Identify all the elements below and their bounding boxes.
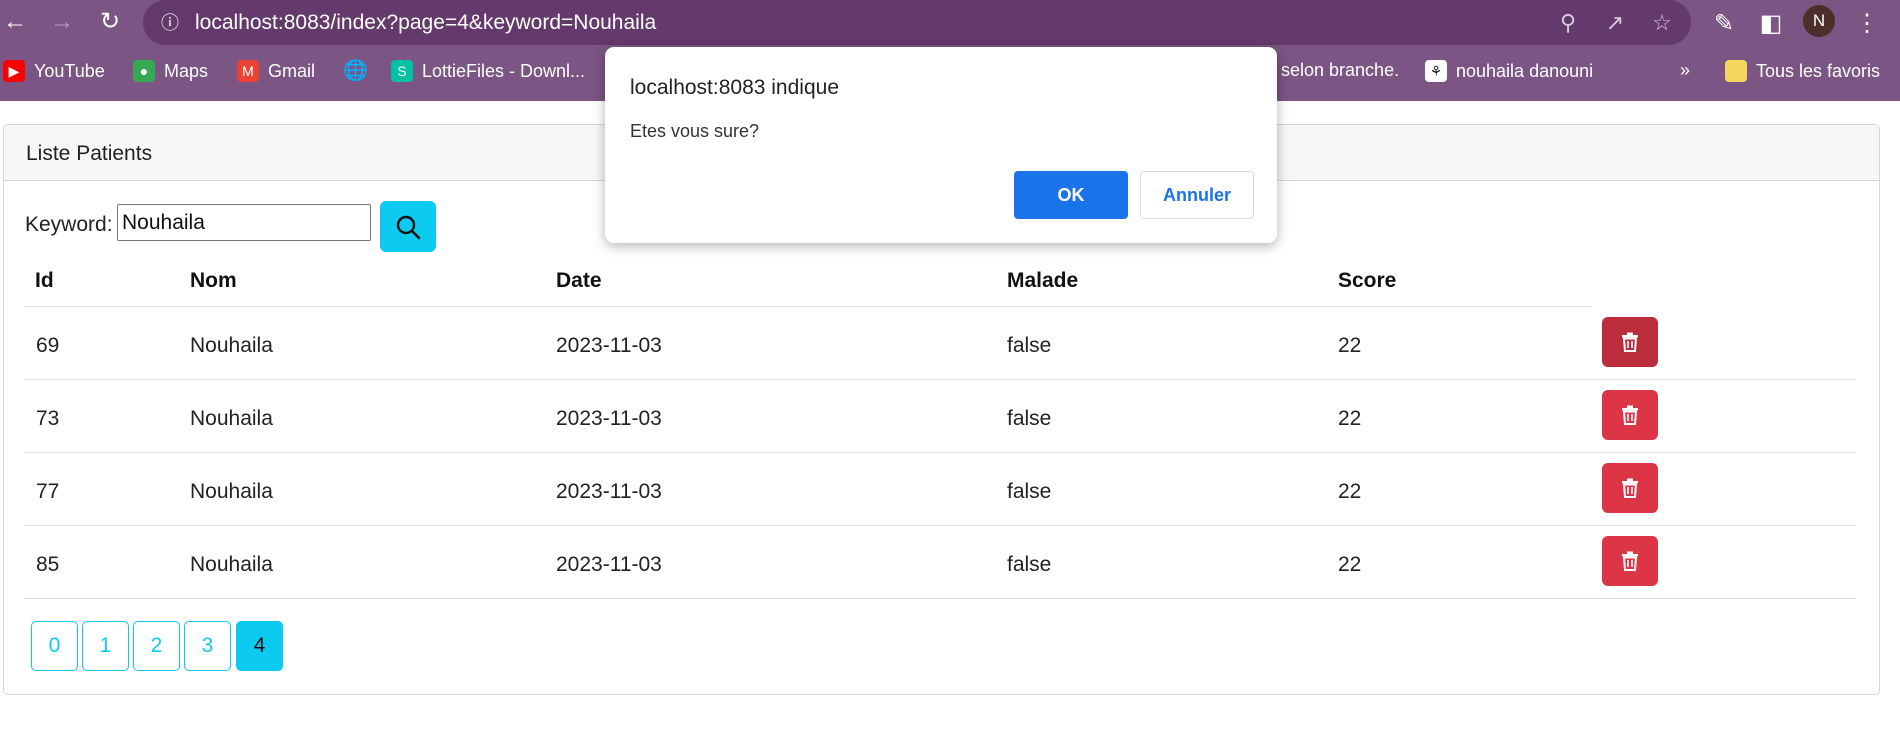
cell-nom: Nouhaila [190, 407, 273, 430]
side-panel-icon[interactable]: ◧ [1754, 7, 1788, 41]
forward-icon[interactable]: → [47, 7, 77, 37]
globe-icon: 🌐 [343, 60, 368, 82]
cell-date: 2023-11-03 [556, 553, 662, 576]
table-row: 69 Nouhaila 2023-11-03 false 22 [24, 306, 1856, 380]
bookmark-branche[interactable]: r selon branche. [1270, 60, 1399, 81]
cell-score: 22 [1338, 407, 1362, 430]
search-button[interactable] [380, 201, 436, 252]
gmail-icon: M [237, 60, 259, 82]
cell-malade: false [1007, 553, 1052, 576]
all-bookmarks-label: Tous les favoris [1756, 60, 1881, 81]
col-header-nom: Nom [190, 269, 237, 292]
browser-toolbar: ← → ↻ ⓘ localhost:8083/index?page=4&keyw… [0, 0, 1900, 45]
site-info-icon[interactable]: ⓘ [155, 8, 185, 38]
keyword-label: Keyword: [25, 213, 113, 236]
cell-id: 69 [36, 334, 60, 357]
trash-icon [1622, 478, 1638, 498]
trash-icon [1622, 405, 1638, 425]
dialog-message: Etes vous sure? [630, 121, 760, 141]
reload-icon[interactable]: ↻ [95, 7, 125, 37]
table-row: 85 Nouhaila 2023-11-03 false 22 [24, 525, 1856, 599]
cell-malade: false [1007, 334, 1052, 357]
cell-id: 73 [36, 407, 60, 430]
maps-icon: ● [133, 60, 155, 82]
trash-icon [1622, 551, 1638, 571]
delete-button[interactable] [1602, 536, 1658, 586]
dialog-title: localhost:8083 indique [630, 76, 839, 99]
bookmark-gmail[interactable]: M Gmail [237, 60, 315, 82]
bookmark-label: YouTube [34, 60, 105, 81]
col-header-malade: Malade [1007, 269, 1079, 292]
col-header-date: Date [556, 269, 602, 292]
cancel-button[interactable]: Annuler [1140, 171, 1254, 219]
youtube-icon: ▶ [3, 60, 25, 82]
card-title: Liste Patients [26, 142, 153, 165]
bookmark-lottiefiles[interactable]: S LottieFiles - Downl... [391, 60, 585, 82]
cell-date: 2023-11-03 [556, 480, 662, 503]
cell-nom: Nouhaila [190, 553, 273, 576]
cell-nom: Nouhaila [190, 480, 273, 503]
bookmark-label: Gmail [268, 60, 316, 81]
url-text[interactable]: localhost:8083/index?page=4&keyword=Nouh… [195, 11, 656, 35]
cell-date: 2023-11-03 [556, 334, 662, 357]
folder-icon: ■ [1725, 60, 1747, 82]
bookmark-label: Maps [164, 60, 209, 81]
page-button-3[interactable]: 3 [184, 621, 231, 671]
menu-icon[interactable]: ⋮ [1850, 7, 1884, 41]
col-header-score: Score [1338, 269, 1397, 292]
page-button-4[interactable]: 4 [236, 621, 283, 671]
ok-button[interactable]: OK [1014, 171, 1128, 219]
trash-icon [1622, 332, 1638, 352]
page-button-1[interactable]: 1 [82, 621, 129, 671]
search-icon [396, 215, 421, 239]
cell-malade: false [1007, 480, 1052, 503]
page-button-2[interactable]: 2 [133, 621, 180, 671]
profile-avatar[interactable]: N [1803, 5, 1835, 37]
lottiefiles-icon: S [391, 60, 413, 82]
cell-id: 85 [36, 553, 60, 576]
bookmark-nouhaila[interactable]: ⚘ nouhaila danouni [1425, 60, 1593, 82]
cell-score: 22 [1338, 334, 1362, 357]
address-bar[interactable]: ⓘ localhost:8083/index?page=4&keyword=No… [143, 0, 1691, 45]
all-bookmarks[interactable]: ■ Tous les favoris [1725, 60, 1880, 82]
bookmarks-overflow-button[interactable]: » [1680, 60, 1690, 81]
bookmark-label: r selon branche. [1270, 60, 1400, 80]
overflow-chevron-icon: » [1680, 60, 1691, 80]
cell-score: 22 [1338, 480, 1362, 503]
keyword-input[interactable] [117, 204, 371, 241]
bookmark-label: LottieFiles - Downl... [422, 60, 586, 81]
delete-button[interactable] [1602, 390, 1658, 440]
confirm-dialog: localhost:8083 indique Etes vous sure? O… [605, 47, 1277, 243]
extensions-icon[interactable]: ✎ [1707, 7, 1741, 41]
share-icon[interactable]: ↗ [1600, 8, 1630, 38]
bookmark-youtube[interactable]: ▶ YouTube [3, 60, 105, 82]
cell-nom: Nouhaila [190, 334, 273, 357]
zoom-icon[interactable]: ⚲ [1553, 8, 1583, 38]
page-button-0[interactable]: 0 [31, 621, 78, 671]
col-header-id: Id [35, 269, 54, 292]
bookmark-label: nouhaila danouni [1456, 60, 1594, 81]
back-icon[interactable]: ← [0, 7, 30, 37]
delete-button[interactable] [1602, 317, 1658, 367]
bookmark-globe[interactable]: 🌐 [343, 60, 368, 82]
cell-date: 2023-11-03 [556, 407, 662, 430]
delete-button[interactable] [1602, 463, 1658, 513]
bookmark-star-icon[interactable]: ☆ [1647, 8, 1677, 38]
fleur-de-lis-icon: ⚘ [1425, 60, 1447, 82]
bookmark-maps[interactable]: ● Maps [133, 60, 208, 82]
cell-malade: false [1007, 407, 1052, 430]
cell-score: 22 [1338, 553, 1362, 576]
table-row: 73 Nouhaila 2023-11-03 false 22 [24, 379, 1856, 453]
cell-id: 77 [36, 480, 60, 503]
table-row: 77 Nouhaila 2023-11-03 false 22 [24, 452, 1856, 526]
